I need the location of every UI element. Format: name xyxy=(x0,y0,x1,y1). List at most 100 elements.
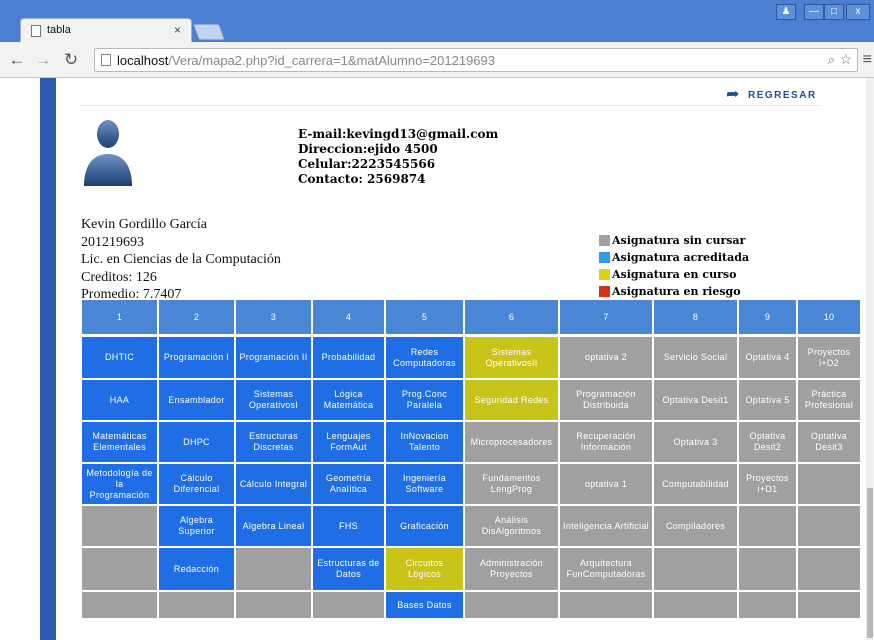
left-decorative-bar xyxy=(40,78,56,640)
legend-item: Asignatura en curso xyxy=(599,266,749,283)
back-link-label: REGRESAR xyxy=(748,90,817,101)
new-tab-button[interactable] xyxy=(193,24,225,40)
forward-arrow-icon[interactable]: → xyxy=(34,50,52,70)
subject-cell: InNovacion Talento xyxy=(386,422,463,462)
semester-header: 8 xyxy=(654,300,737,334)
subject-cell: optativa 1 xyxy=(560,464,652,504)
legend-swatch xyxy=(599,235,610,246)
subject-cell: Geometría Analítica xyxy=(313,464,384,504)
subject-cell: Lenguajes FormAut xyxy=(313,422,384,462)
subject-cell xyxy=(159,592,234,618)
subject-cell: Proyectos i+D2 xyxy=(798,337,860,378)
semester-header: 6 xyxy=(465,300,558,334)
subject-cell: Optativa 3 xyxy=(654,422,737,462)
semester-header: 7 xyxy=(560,300,652,334)
subject-cell: Microprocesadores xyxy=(465,422,558,462)
address-bar[interactable]: localhost/Vera/mapa2.php?id_carrera=1&ma… xyxy=(94,48,858,72)
subject-cell: Servicio Social xyxy=(654,337,737,378)
subject-cell: Graficación xyxy=(386,506,463,546)
profile-icon[interactable]: ♟ xyxy=(776,4,796,20)
subject-cell: optativa 2 xyxy=(560,337,652,378)
phone-text: Celular:2223545566 xyxy=(298,157,436,171)
subject-cell: Cálculo Integral xyxy=(236,464,311,504)
menu-icon[interactable]: ≡ xyxy=(863,51,872,69)
subject-cell: Estructuras de Datos xyxy=(313,548,384,590)
subject-cell xyxy=(739,592,796,618)
subject-cell: Redacción xyxy=(159,548,234,590)
subject-cell: Lógica Matemática xyxy=(313,380,384,420)
subject-cell: Redes Computadoras xyxy=(386,337,463,378)
subject-cell xyxy=(798,592,860,618)
student-id: 201219693 xyxy=(81,234,144,250)
subject-cell: Metodología de la Programación xyxy=(82,464,157,504)
subject-cell: Optativa Desit2 xyxy=(739,422,796,462)
semester-header: 2 xyxy=(159,300,234,334)
browser-tab[interactable]: tabla × xyxy=(20,18,192,42)
page-icon xyxy=(101,54,111,66)
subject-cell: Programación I xyxy=(159,337,234,378)
back-arrow-icon[interactable]: ← xyxy=(8,50,26,70)
subject-cell: Proyectos i+D1 xyxy=(739,464,796,504)
subject-cell xyxy=(236,592,311,618)
subject-cell: Computabilidad xyxy=(654,464,737,504)
subject-cell xyxy=(798,548,860,590)
page-icon xyxy=(31,25,41,37)
url-text: localhost/Vera/mapa2.php?id_carrera=1&ma… xyxy=(117,53,495,68)
bookmark-star-icon[interactable]: ☆ xyxy=(839,51,852,68)
subject-cell xyxy=(465,592,558,618)
subject-cell xyxy=(82,548,157,590)
subject-cell xyxy=(739,548,796,590)
subject-cell: HAA xyxy=(82,380,157,420)
close-window-button[interactable]: x xyxy=(846,4,870,20)
subject-cell: Algebra Lineal xyxy=(236,506,311,546)
subject-cell: DHPC xyxy=(159,422,234,462)
subject-cell: Práctica Profesional xyxy=(798,380,860,420)
subject-cell: Circuitos Lógicos xyxy=(386,548,463,590)
subject-cell: FHS xyxy=(313,506,384,546)
semester-header: 4 xyxy=(313,300,384,334)
tab-close-icon[interactable]: × xyxy=(174,23,181,37)
subject-cell: Optativa Desit3 xyxy=(798,422,860,462)
scroll-thumb[interactable] xyxy=(867,488,873,638)
minimize-button[interactable]: — xyxy=(804,4,824,20)
address-text: Direccion:ejido 4500 xyxy=(298,142,438,156)
subject-cell: Cálculo Diferencial xyxy=(159,464,234,504)
semester-header: 3 xyxy=(236,300,311,334)
subject-cell: Estructuras Discretas xyxy=(236,422,311,462)
subject-cell: Algebra Superior xyxy=(159,506,234,546)
subject-cell xyxy=(739,506,796,546)
subject-cell: DHTIC xyxy=(82,337,157,378)
tab-title: tabla xyxy=(47,24,71,36)
subject-cell: Compiladores xyxy=(654,506,737,546)
email-text: E-mail:kevingd13@gmail.com xyxy=(298,127,499,141)
subject-cell: Inteligencia Artificial xyxy=(560,506,652,546)
legend-swatch xyxy=(599,286,610,297)
student-career: Lic. en Ciencias de la Computación xyxy=(81,252,281,267)
subject-cell: Sistemas OperativosII xyxy=(465,337,558,378)
subject-cell: Ingeniería Software xyxy=(386,464,463,504)
subject-cell: Optativa 5 xyxy=(739,380,796,420)
subject-cell: Programación II xyxy=(236,337,311,378)
subject-cell xyxy=(654,592,737,618)
maximize-button[interactable]: □ xyxy=(824,4,844,20)
subject-cell: Ensamblador xyxy=(159,380,234,420)
legend-swatch xyxy=(599,252,610,263)
subject-cell: Sistemas OperativosI xyxy=(236,380,311,420)
return-arrow-icon: ➦ xyxy=(726,86,740,103)
subject-cell: Análisis DisAlgoritmos xyxy=(465,506,558,546)
subject-cell xyxy=(82,506,157,546)
subject-cell: Probabilidad xyxy=(313,337,384,378)
legend: Asignatura sin cursar Asignatura acredit… xyxy=(599,232,749,300)
subject-cell: Fundamentos LengProg xyxy=(465,464,558,504)
page-viewport: ➦ REGRESAR E-mail:kevingd13@gmail.com Di… xyxy=(0,78,874,640)
zoom-icon[interactable]: ⌕ xyxy=(828,52,835,68)
reload-icon[interactable]: ↻ xyxy=(62,50,80,70)
subject-cell xyxy=(560,592,652,618)
student-credits: Creditos: 126 xyxy=(81,269,157,285)
legend-item: Asignatura en riesgo xyxy=(599,283,749,300)
vertical-scrollbar[interactable] xyxy=(866,78,874,640)
subject-cell: Optativa 4 xyxy=(739,337,796,378)
semester-header: 10 xyxy=(798,300,860,334)
legend-item: Asignatura sin cursar xyxy=(599,232,749,249)
subject-cell: Prog.Conc Paralela xyxy=(386,380,463,420)
